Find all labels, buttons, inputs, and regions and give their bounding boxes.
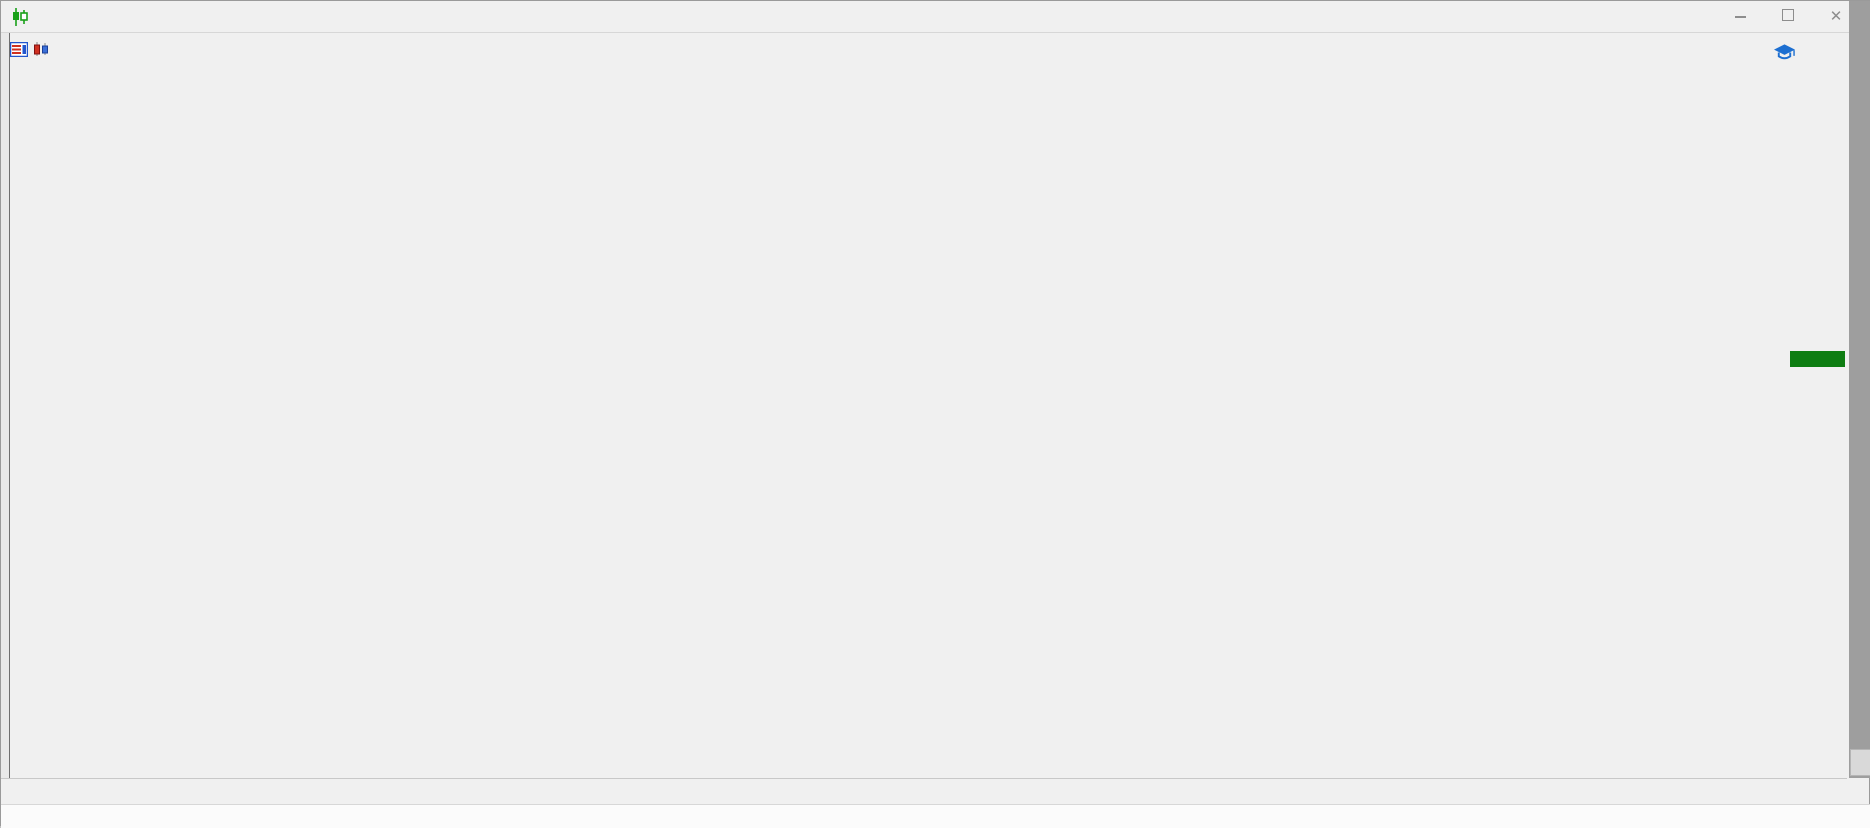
trade-table-header bbox=[1, 804, 1870, 828]
depth-of-market-icon[interactable] bbox=[10, 42, 28, 57]
chart-window: ✕ bbox=[0, 0, 1870, 828]
chart-canvas[interactable] bbox=[1, 1, 1870, 827]
chart-tabbar bbox=[1, 778, 1847, 805]
current-price-badge bbox=[1790, 351, 1845, 367]
graduation-cap-icon[interactable] bbox=[1774, 43, 1795, 62]
chart-mode-icon[interactable] bbox=[32, 42, 50, 57]
